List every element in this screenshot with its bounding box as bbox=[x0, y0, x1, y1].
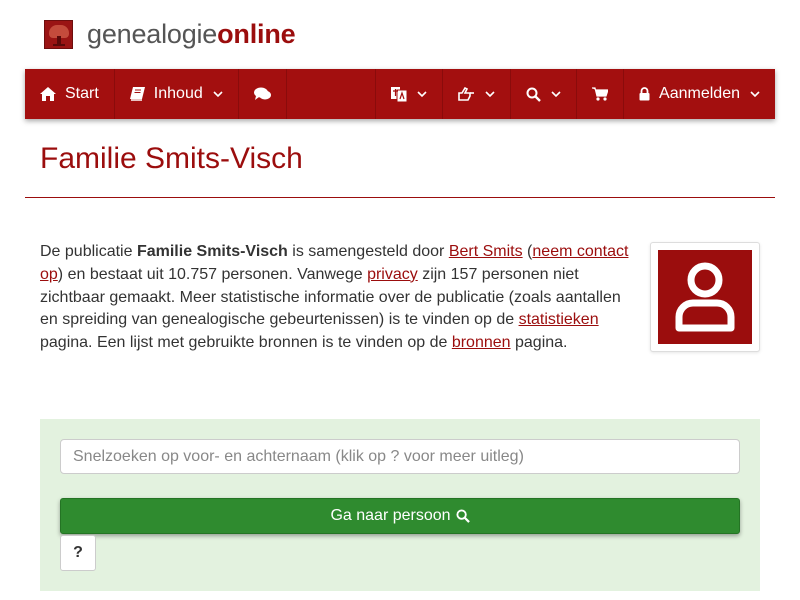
search-icon bbox=[526, 87, 541, 102]
intro-text: is samengesteld door bbox=[287, 243, 449, 260]
chevron-down-icon bbox=[750, 90, 760, 98]
go-to-person-button[interactable]: Ga naar persoon bbox=[60, 498, 740, 534]
main-navbar: Start Inhoud Aanmelden bbox=[25, 69, 775, 119]
publication-intro: De publicatie Familie Smits-Visch is sam… bbox=[40, 241, 640, 355]
chevron-down-icon bbox=[551, 90, 561, 98]
search-icon bbox=[455, 509, 470, 523]
nav-inhoud[interactable]: Inhoud bbox=[115, 69, 239, 119]
user-icon bbox=[665, 255, 745, 340]
nav-start[interactable]: Start bbox=[25, 69, 115, 119]
home-icon bbox=[40, 87, 56, 101]
nav-language[interactable] bbox=[376, 69, 444, 119]
sources-link[interactable]: bronnen bbox=[452, 334, 511, 351]
nav-start-label: Start bbox=[65, 85, 99, 102]
page-title: Familie Smits-Visch bbox=[40, 142, 303, 175]
intro-text: De publicatie bbox=[40, 243, 137, 260]
tree-logo-icon bbox=[44, 19, 73, 49]
site-name: genealogieonline bbox=[87, 19, 296, 49]
author-avatar-frame bbox=[650, 242, 760, 352]
privacy-link[interactable]: privacy bbox=[367, 266, 418, 283]
avatar bbox=[658, 250, 752, 344]
nav-spacer bbox=[287, 69, 377, 119]
statistics-link[interactable]: statistieken bbox=[519, 311, 599, 328]
language-icon bbox=[391, 86, 408, 102]
quick-search-input[interactable] bbox=[60, 439, 740, 474]
intro-text: pagina. Een lijst met gebruikte bronnen … bbox=[40, 334, 452, 352]
author-link[interactable]: Bert Smits bbox=[449, 243, 523, 260]
comments-icon bbox=[253, 87, 271, 101]
intro-text: pagina. bbox=[510, 334, 568, 352]
chevron-down-icon bbox=[213, 90, 223, 98]
nav-search[interactable] bbox=[511, 69, 578, 119]
site-name-accent: online bbox=[217, 19, 296, 49]
quick-search-panel: Ga naar persoon ? bbox=[40, 419, 760, 591]
cart-icon bbox=[592, 87, 609, 101]
chevron-down-icon bbox=[485, 90, 495, 98]
title-divider bbox=[25, 197, 775, 198]
publication-name: Familie Smits-Visch bbox=[136, 243, 288, 260]
share-icon bbox=[458, 87, 475, 101]
search-help-button[interactable]: ? bbox=[60, 535, 96, 571]
nav-share[interactable] bbox=[443, 69, 512, 119]
nav-inhoud-label: Inhoud bbox=[153, 85, 203, 102]
nav-cart[interactable] bbox=[577, 69, 625, 119]
chevron-down-icon bbox=[417, 90, 427, 98]
site-name-main: genealogie bbox=[87, 19, 218, 49]
nav-chat[interactable] bbox=[239, 69, 287, 119]
site-logo[interactable]: genealogieonline bbox=[44, 19, 296, 49]
nav-aanmelden-label: Aanmelden bbox=[659, 85, 740, 102]
nav-aanmelden[interactable]: Aanmelden bbox=[624, 69, 775, 119]
lock-icon bbox=[639, 87, 650, 101]
intro-text: ( bbox=[522, 243, 533, 260]
go-to-person-label: Ga naar persoon bbox=[330, 507, 451, 524]
intro-text: ) en bestaat uit 10.757 personen. Vanweg… bbox=[57, 265, 368, 283]
book-icon bbox=[129, 87, 145, 101]
